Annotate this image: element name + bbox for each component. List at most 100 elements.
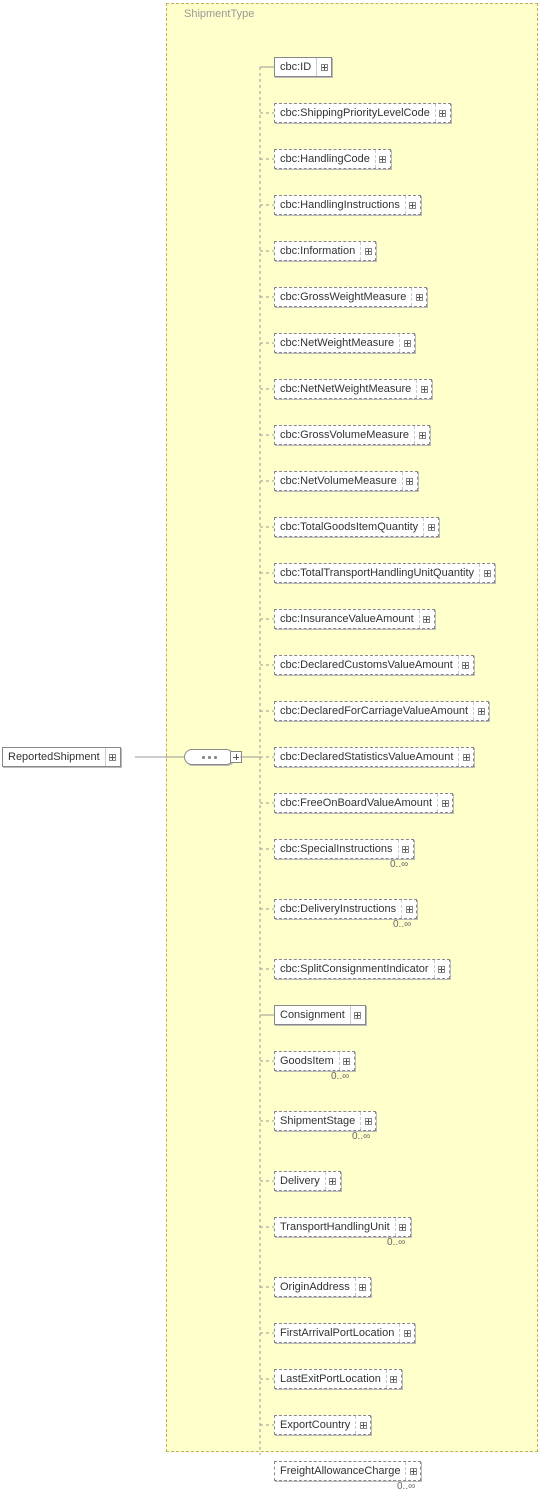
node-child[interactable]: cbc:InsuranceValueAmount: [274, 609, 435, 629]
expand-icon[interactable]: [400, 334, 414, 352]
node-child[interactable]: Delivery: [274, 1171, 341, 1191]
node-label: cbc:TotalTransportHandlingUnitQuantity: [275, 564, 480, 582]
expand-icon[interactable]: [361, 1112, 375, 1130]
node-child[interactable]: cbc:GrossVolumeMeasure: [274, 425, 430, 445]
node-label: ExportCountry: [275, 1416, 356, 1434]
cardinality-label: 0..∞: [390, 859, 408, 870]
cardinality-label: 0..∞: [393, 919, 411, 930]
node-child[interactable]: cbc:SplitConsignmentIndicator: [274, 959, 450, 979]
node-label: ShipmentStage: [275, 1112, 361, 1130]
node-label: cbc:TotalGoodsItemQuantity: [275, 518, 424, 536]
node-label: cbc:DeliveryInstructions: [275, 900, 402, 918]
node-child[interactable]: GoodsItem: [274, 1051, 355, 1071]
expand-icon[interactable]: [474, 702, 488, 720]
expand-icon[interactable]: [387, 1370, 401, 1388]
node-label: GoodsItem: [275, 1052, 340, 1070]
node-label: cbc:GrossVolumeMeasure: [275, 426, 415, 444]
expand-icon[interactable]: [435, 960, 449, 978]
expand-icon[interactable]: [396, 1218, 410, 1236]
node-label: cbc:SplitConsignmentIndicator: [275, 960, 435, 978]
node-label: cbc:DeclaredForCarriageValueAmount: [275, 702, 474, 720]
node-label: TransportHandlingUnit: [275, 1218, 396, 1236]
node-label: cbc:HandlingCode: [275, 150, 376, 168]
node-child[interactable]: cbc:DeclaredForCarriageValueAmount: [274, 701, 489, 721]
expand-icon[interactable]: [106, 748, 120, 766]
node-child[interactable]: cbc:DeclaredCustomsValueAmount: [274, 655, 474, 675]
expand-icon[interactable]: [420, 610, 434, 628]
expand-icon[interactable]: [480, 564, 494, 582]
cardinality-label: 0..∞: [352, 1131, 370, 1142]
node-child[interactable]: cbc:FreeOnBoardValueAmount: [274, 793, 453, 813]
expand-icon[interactable]: [459, 656, 473, 674]
sequence-compositor[interactable]: [178, 747, 240, 767]
node-label: cbc:NetVolumeMeasure: [275, 472, 403, 490]
node-child[interactable]: FreightAllowanceCharge: [274, 1461, 421, 1481]
expand-icon[interactable]: [406, 1462, 420, 1480]
expand-icon[interactable]: [415, 426, 429, 444]
node-label: cbc:NetWeightMeasure: [275, 334, 400, 352]
node-child[interactable]: FirstArrivalPortLocation: [274, 1323, 415, 1343]
node-child[interactable]: ExportCountry: [274, 1415, 371, 1435]
node-child[interactable]: Consignment: [274, 1005, 366, 1025]
node-child[interactable]: cbc:SpecialInstructions: [274, 839, 414, 859]
node-label: FirstArrivalPortLocation: [275, 1324, 400, 1342]
node-child[interactable]: cbc:HandlingInstructions: [274, 195, 421, 215]
node-label: ReportedShipment: [3, 748, 106, 766]
node-label: OriginAddress: [275, 1278, 356, 1296]
node-child[interactable]: cbc:DeclaredStatisticsValueAmount: [274, 747, 474, 767]
node-label: FreightAllowanceCharge: [275, 1462, 406, 1480]
expand-icon[interactable]: [424, 518, 438, 536]
node-child[interactable]: ShipmentStage: [274, 1111, 376, 1131]
node-label: cbc:GrossWeightMeasure: [275, 288, 412, 306]
node-child[interactable]: cbc:ID: [274, 57, 332, 77]
node-child[interactable]: cbc:DeliveryInstructions: [274, 899, 417, 919]
node-child[interactable]: cbc:NetNetWeightMeasure: [274, 379, 432, 399]
expand-icon[interactable]: [402, 900, 416, 918]
type-group-label: ShipmentType: [184, 8, 254, 20]
cardinality-label: 0..∞: [397, 1481, 415, 1492]
expand-icon[interactable]: [376, 150, 390, 168]
expand-icon[interactable]: [361, 242, 375, 260]
expand-icon[interactable]: [326, 1172, 340, 1190]
node-label: Delivery: [275, 1172, 326, 1190]
expand-icon[interactable]: [356, 1416, 370, 1434]
node-label: cbc:HandlingInstructions: [275, 196, 406, 214]
expand-icon[interactable]: [400, 1324, 414, 1342]
expand-icon[interactable]: [399, 840, 413, 858]
node-child[interactable]: TransportHandlingUnit: [274, 1217, 411, 1237]
expand-icon[interactable]: [436, 104, 450, 122]
node-label: cbc:FreeOnBoardValueAmount: [275, 794, 438, 812]
node-child[interactable]: cbc:NetVolumeMeasure: [274, 471, 418, 491]
node-label: LastExitPortLocation: [275, 1370, 387, 1388]
node-label: cbc:ShippingPriorityLevelCode: [275, 104, 436, 122]
expand-icon[interactable]: [403, 472, 417, 490]
node-label: cbc:NetNetWeightMeasure: [275, 380, 417, 398]
node-child[interactable]: cbc:NetWeightMeasure: [274, 333, 415, 353]
expand-icon[interactable]: [459, 748, 473, 766]
node-reported-shipment[interactable]: ReportedShipment: [2, 747, 121, 767]
expand-icon[interactable]: [230, 751, 242, 763]
expand-icon[interactable]: [438, 794, 452, 812]
node-label: cbc:InsuranceValueAmount: [275, 610, 420, 628]
node-child[interactable]: OriginAddress: [274, 1277, 371, 1297]
expand-icon[interactable]: [340, 1052, 354, 1070]
node-child[interactable]: cbc:ShippingPriorityLevelCode: [274, 103, 451, 123]
node-child[interactable]: cbc:HandlingCode: [274, 149, 391, 169]
node-label: Consignment: [275, 1006, 351, 1024]
node-label: cbc:Information: [275, 242, 361, 260]
expand-icon[interactable]: [417, 380, 431, 398]
schema-diagram: ShipmentType ReportedShipment cbc:ID cbc:…: [0, 0, 541, 1455]
node-label: cbc:SpecialInstructions: [275, 840, 399, 858]
node-label: cbc:DeclaredCustomsValueAmount: [275, 656, 459, 674]
expand-icon[interactable]: [406, 196, 420, 214]
node-child[interactable]: cbc:TotalTransportHandlingUnitQuantity: [274, 563, 495, 583]
expand-icon[interactable]: [317, 58, 331, 76]
expand-icon[interactable]: [351, 1006, 365, 1024]
expand-icon[interactable]: [412, 288, 426, 306]
node-child[interactable]: LastExitPortLocation: [274, 1369, 402, 1389]
cardinality-label: 0..∞: [331, 1071, 349, 1082]
node-child[interactable]: cbc:GrossWeightMeasure: [274, 287, 427, 307]
node-child[interactable]: cbc:TotalGoodsItemQuantity: [274, 517, 439, 537]
node-child[interactable]: cbc:Information: [274, 241, 376, 261]
expand-icon[interactable]: [356, 1278, 370, 1296]
